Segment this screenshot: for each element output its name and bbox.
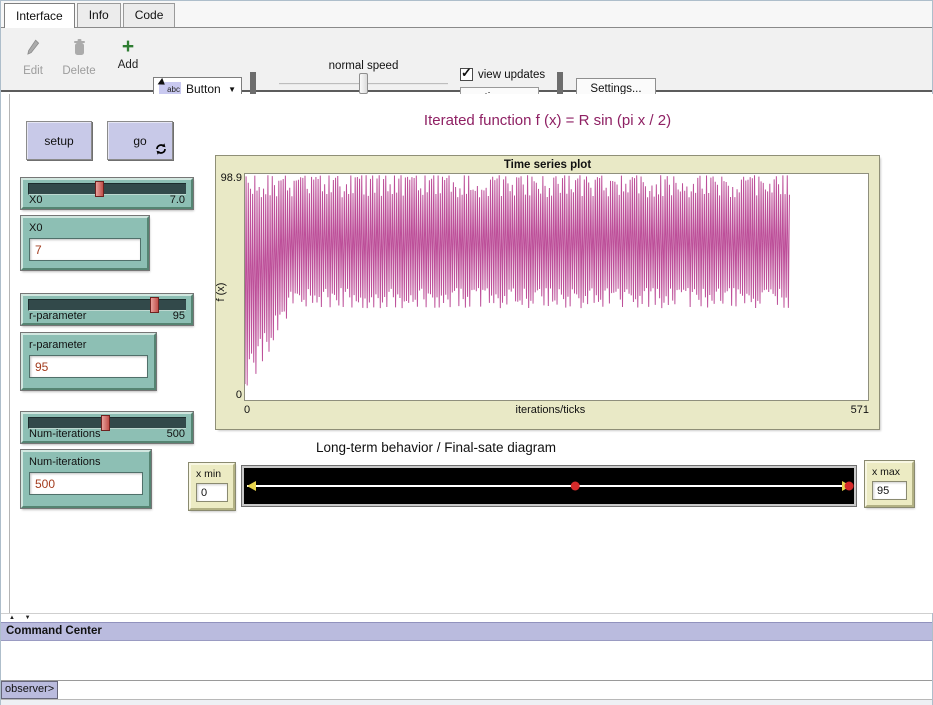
monitor-name: Num-iterations (29, 456, 143, 468)
monitor-name: x min (196, 468, 228, 480)
delete-button[interactable]: Delete (59, 38, 99, 77)
view-updates-label: view updates (478, 69, 545, 81)
command-input[interactable] (58, 681, 932, 699)
slider-value: 95 (173, 310, 185, 322)
edit-button[interactable]: Edit (13, 38, 53, 77)
plot-title: Time series plot (216, 159, 879, 171)
add-button[interactable]: + Add (108, 38, 148, 71)
toolbar: Edit Delete + Add abc Button ▼ normal sp… (1, 28, 932, 92)
observer-prompt[interactable]: observer> (1, 681, 58, 699)
y-axis-min: 0 (216, 389, 242, 401)
x-axis-max: 571 (851, 404, 869, 416)
monitor-value: 95 (872, 481, 907, 500)
tab-interface[interactable]: Interface (4, 3, 75, 28)
command-center-output (1, 641, 932, 681)
tab-code[interactable]: Code (123, 3, 176, 27)
slider-r-parameter[interactable]: r-parameter 95 (21, 294, 193, 325)
slider-x0[interactable]: X0 7.0 (21, 178, 193, 209)
setup-button[interactable]: setup (26, 121, 92, 160)
monitor-name: X0 (29, 222, 141, 234)
command-center-resize-handle[interactable]: ▲ ▼ (1, 613, 932, 622)
pencil-icon (25, 38, 41, 57)
forever-icon (155, 143, 167, 155)
monitor-value: 95 (29, 355, 148, 378)
time-series-plot: Time series plot 98.9 f (x) 0 0 iteratio… (216, 156, 879, 429)
window-bottom-strip (1, 699, 932, 705)
tab-info[interactable]: Info (77, 3, 121, 27)
monitor-name: x max (872, 466, 907, 478)
slider-value: 7.0 (170, 194, 185, 206)
x-max-monitor: x max 95 (865, 461, 914, 507)
chevron-down-icon: ▼ (228, 85, 236, 94)
monitor-x0: X0 7 (21, 216, 149, 270)
slider-name: Num-iterations (29, 428, 101, 440)
plus-icon: + (108, 38, 148, 56)
speed-slider[interactable] (279, 73, 448, 95)
command-center-title: Command Center (1, 622, 932, 641)
time-series-line (245, 174, 868, 400)
go-button[interactable]: go (107, 121, 173, 160)
final-state-caption: Long-term behavior / Final-sate diagram (216, 440, 656, 455)
slider-value: 500 (167, 428, 185, 440)
slider-name: X0 (29, 194, 42, 206)
monitor-r-parameter: r-parameter 95 (21, 333, 156, 390)
speed-label: normal speed (271, 60, 456, 72)
tab-bar: Interface Info Code (1, 1, 932, 28)
x-min-monitor: x min 0 (189, 463, 235, 510)
edit-label: Edit (13, 65, 53, 77)
plot-area (244, 173, 869, 401)
monitor-value: 7 (29, 238, 141, 261)
slider-name: r-parameter (29, 310, 86, 322)
command-center: Command Center observer> (1, 622, 932, 705)
trash-icon (72, 38, 87, 57)
world-view[interactable] (241, 465, 857, 507)
monitor-name: r-parameter (29, 339, 148, 351)
delete-label: Delete (59, 65, 99, 77)
slider-num-iterations[interactable]: Num-iterations 500 (21, 412, 193, 443)
monitor-value: 0 (196, 483, 228, 502)
add-label: Add (108, 59, 148, 71)
monitor-num-iterations: Num-iterations 500 (21, 450, 151, 508)
interface-canvas: setup go Iterated function f (x) = R sin… (1, 94, 933, 613)
y-axis-max: 98.9 (216, 172, 242, 184)
netlogo-window: Interface Info Code Edit Delete + Add ab… (0, 0, 933, 705)
setup-label: setup (44, 134, 73, 148)
go-label: go (133, 134, 146, 148)
speed-slider-handle[interactable] (359, 73, 368, 94)
x-axis-label: iterations/ticks (516, 404, 586, 416)
x-axis-min: 0 (244, 404, 250, 416)
y-axis-label: f (x) (215, 270, 227, 314)
final-state-diagram (244, 468, 854, 504)
model-title: Iterated function f (x) = R sin (pi x / … (216, 112, 879, 129)
monitor-value: 500 (29, 472, 143, 495)
checkmark-icon: ✓ (461, 65, 472, 81)
view-updates-checkbox[interactable]: ✓ (460, 68, 473, 81)
